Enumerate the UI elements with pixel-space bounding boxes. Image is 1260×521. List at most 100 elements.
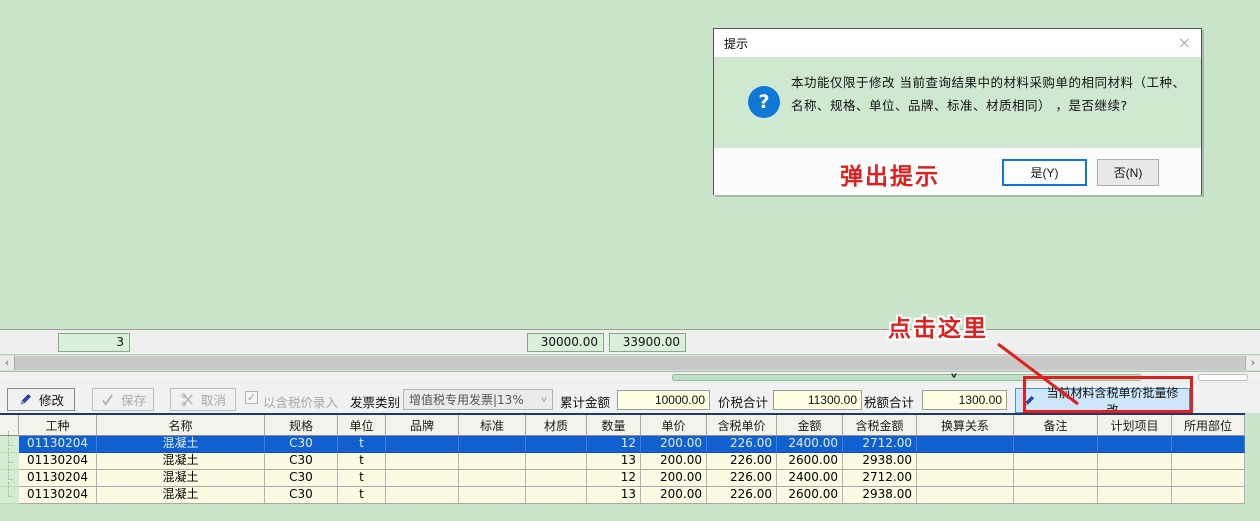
modify-button[interactable]: 修改 [7,388,75,411]
cancel-button[interactable]: 取消 [170,388,236,411]
table-cell[interactable] [386,453,459,470]
scroll-right-button[interactable]: › [1245,356,1260,370]
table-cell[interactable]: t [338,453,386,470]
dialog-title-bar[interactable]: 提示 × [714,29,1201,57]
table-cell[interactable]: 200.00 [641,453,707,470]
table-cell[interactable] [526,470,587,487]
table-cell[interactable] [459,470,526,487]
table-cell[interactable] [917,436,1014,453]
table-cell[interactable]: 12 [587,436,641,453]
column-header[interactable]: 含税金额 [843,415,917,436]
column-header[interactable]: 计划项目 [1098,415,1172,436]
table-cell[interactable]: 226.00 [707,436,777,453]
row-gutter[interactable] [0,436,19,453]
table-cell[interactable] [1014,487,1098,504]
table-cell[interactable]: 01130204 [19,436,97,453]
table-cell[interactable]: 01130204 [19,453,97,470]
table-cell[interactable]: 2938.00 [843,487,917,504]
table-cell[interactable] [917,453,1014,470]
table-cell[interactable] [1172,487,1245,504]
splitter-thumb-right[interactable] [1198,374,1248,381]
table-cell[interactable] [526,436,587,453]
table-cell[interactable]: 01130204 [19,487,97,504]
tax-total-field[interactable] [922,390,1007,410]
table-cell[interactable]: 混凝土 [97,487,265,504]
table-cell[interactable]: 226.00 [707,453,777,470]
table-cell[interactable] [1172,436,1245,453]
row-gutter[interactable] [0,487,19,504]
column-header[interactable]: 备注 [1014,415,1098,436]
table-cell[interactable] [1172,453,1245,470]
row-gutter[interactable] [0,453,19,470]
total-amount-field[interactable] [617,390,710,410]
table-cell[interactable]: 200.00 [641,487,707,504]
table-cell[interactable] [1014,453,1098,470]
table-cell[interactable]: 12 [587,470,641,487]
column-header[interactable]: 金额 [777,415,843,436]
table-cell[interactable] [459,487,526,504]
close-icon[interactable]: × [1178,35,1191,51]
tax-entry-checkbox[interactable]: ✓ [245,391,258,404]
table-cell[interactable]: 01130204 [19,470,97,487]
table-row[interactable]: 01130204混凝土C30t12200.00226.002400.002712… [0,436,1245,453]
table-cell[interactable]: 2400.00 [777,436,843,453]
table-cell[interactable]: t [338,436,386,453]
table-cell[interactable]: C30 [265,487,338,504]
column-header[interactable]: 名称 [97,415,265,436]
chevron-down-icon[interactable]: v [951,372,957,380]
column-header[interactable]: 含税单价 [707,415,777,436]
table-cell[interactable]: 226.00 [707,487,777,504]
column-header[interactable]: 换算关系 [917,415,1014,436]
table-cell[interactable]: 2938.00 [843,453,917,470]
table-cell[interactable] [526,487,587,504]
table-cell[interactable] [1098,470,1172,487]
table-cell[interactable] [386,487,459,504]
price-tax-total-field[interactable] [773,390,862,410]
table-cell[interactable]: 混凝土 [97,436,265,453]
save-button[interactable]: 保存 [92,388,154,411]
table-cell[interactable]: 13 [587,487,641,504]
table-cell[interactable]: 13 [587,453,641,470]
scroll-left-button[interactable]: ‹ [0,356,15,370]
column-header[interactable]: 工种 [19,415,97,436]
table-cell[interactable] [459,453,526,470]
column-header[interactable]: 规格 [265,415,338,436]
column-header[interactable]: 数量 [587,415,641,436]
table-cell[interactable] [1014,470,1098,487]
column-header[interactable]: 材质 [526,415,587,436]
table-cell[interactable]: 混凝土 [97,470,265,487]
table-cell[interactable] [1098,453,1172,470]
table-cell[interactable]: C30 [265,470,338,487]
table-cell[interactable] [526,453,587,470]
table-cell[interactable]: 2600.00 [777,453,843,470]
table-cell[interactable] [1098,436,1172,453]
table-row[interactable]: 01130204混凝土C30t 12200.00226.002400.002712… [0,470,1245,487]
table-cell[interactable] [1098,487,1172,504]
invoice-type-dropdown[interactable]: 增值税专用发票|13% v [403,389,553,410]
table-cell[interactable] [1172,470,1245,487]
table-cell[interactable]: 2712.00 [843,470,917,487]
column-header[interactable]: 单价 [641,415,707,436]
row-gutter[interactable] [0,470,19,487]
horizontal-scrollbar[interactable]: ‹ › [0,356,1260,370]
table-row[interactable]: 01130204混凝土C30t13200.00226.002600.002938… [0,453,1245,470]
yes-button[interactable]: 是(Y) [1002,159,1087,186]
column-header[interactable]: 品牌 [386,415,459,436]
table-cell[interactable] [386,436,459,453]
table-row[interactable]: 01130204混凝土C30t 13200.00226.002600.002938… [0,487,1245,504]
table-cell[interactable]: 2712.00 [843,436,917,453]
table-cell[interactable]: 混凝土 [97,453,265,470]
table-cell[interactable] [459,436,526,453]
table-cell[interactable]: t [338,470,386,487]
column-header[interactable]: 单位 [338,415,386,436]
table-cell[interactable]: t [338,487,386,504]
table-cell[interactable] [1014,436,1098,453]
column-header[interactable]: 标准 [459,415,526,436]
table-cell[interactable] [917,487,1014,504]
table-cell[interactable]: 200.00 [641,470,707,487]
table-cell[interactable] [386,470,459,487]
table-cell[interactable]: 2400.00 [777,470,843,487]
table-cell[interactable]: C30 [265,436,338,453]
table-cell[interactable]: 226.00 [707,470,777,487]
table-cell[interactable]: 2600.00 [777,487,843,504]
